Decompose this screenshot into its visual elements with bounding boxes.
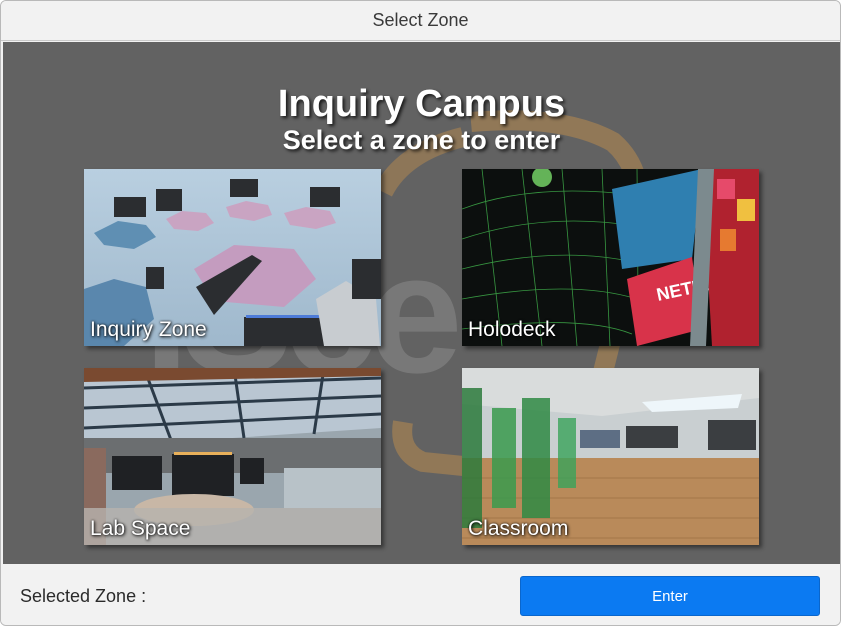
campus-title: Inquiry Campus — [277, 83, 566, 125]
title-bar: Select Zone — [1, 1, 840, 41]
zone-label-lab-space: Lab Space — [90, 517, 191, 540]
zone-selection-stage: iSee Inquiry Campus Select a zone to ent… — [3, 42, 840, 564]
selected-zone-label: Selected Zone : — [20, 586, 147, 606]
window-title: Select Zone — [372, 10, 469, 30]
zone-label-classroom: Classroom — [468, 517, 569, 540]
zone-card-inquiry-zone[interactable]: Inquiry Zone — [84, 169, 381, 346]
zone-label-holodeck: Holodeck — [468, 318, 556, 341]
zone-card-holodeck[interactable]: NETFLI Holodeck — [462, 169, 759, 346]
campus-subtitle: Select a zone to enter — [282, 125, 561, 155]
zone-label-inquiry-zone: Inquiry Zone — [90, 318, 207, 341]
zone-card-lab-space[interactable]: Lab Space — [84, 368, 381, 545]
selection-footer: Selected Zone : Enter — [1, 565, 840, 625]
campus-heading: Inquiry Campus Select a zone to enter — [3, 84, 840, 156]
zone-card-classroom[interactable]: Classroom — [462, 368, 759, 545]
select-zone-window: Select Zone iSee Inquiry Campus Select a… — [0, 0, 841, 626]
enter-button[interactable]: Enter — [520, 576, 820, 616]
